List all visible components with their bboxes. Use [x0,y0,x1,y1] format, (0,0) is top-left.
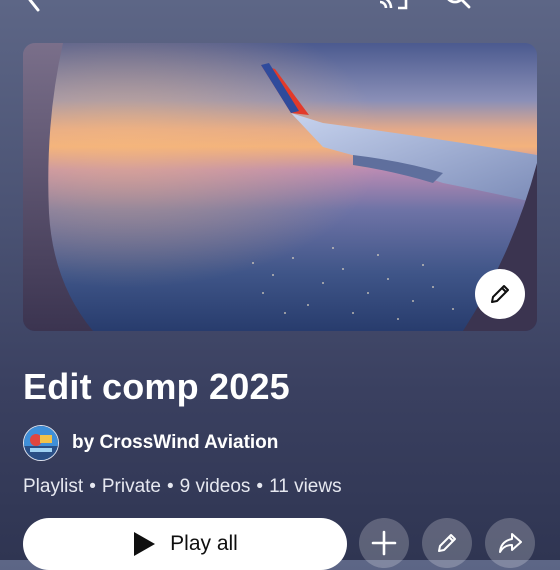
channel-name[interactable]: by CrossWind Aviation [72,432,278,454]
top-app-bar [0,0,560,14]
cast-button[interactable] [376,0,408,12]
edit-thumbnail-button[interactable] [475,269,525,319]
separator-dot: • [89,476,96,497]
channel-avatar[interactable] [23,425,59,461]
share-button[interactable] [485,518,535,568]
play-icon [132,531,156,557]
share-icon [499,533,522,553]
chevron-left-icon [28,0,40,12]
play-all-button[interactable]: Play all [23,518,347,570]
avatar-image [24,426,58,460]
pencil-icon [491,285,509,303]
edit-playlist-button[interactable] [422,518,472,568]
pencil-icon [438,534,456,552]
channel-row[interactable]: by CrossWind Aviation [23,424,278,462]
search-icon [447,0,471,9]
view-count: 11 views [269,476,342,497]
more-vertical-icon [508,0,528,12]
plus-icon [371,530,397,556]
back-button[interactable] [22,0,50,12]
playlist-type: Playlist [23,476,84,497]
cast-icon [379,0,408,10]
thumbnail-image [23,43,537,331]
separator-dot: • [256,476,264,497]
add-to-playlist-button[interactable] [359,518,409,568]
search-button[interactable] [442,0,471,12]
playlist-meta: Playlist • Private • 9 videos • 11 views [23,476,342,498]
more-options-button[interactable] [508,0,528,12]
separator-dot: • [166,476,174,497]
privacy-status[interactable]: Private [102,476,161,497]
play-all-label: Play all [170,532,238,555]
playlist-title: Edit comp 2025 [23,366,290,407]
playlist-thumbnail[interactable] [23,43,537,331]
video-count: 9 videos [179,476,251,497]
